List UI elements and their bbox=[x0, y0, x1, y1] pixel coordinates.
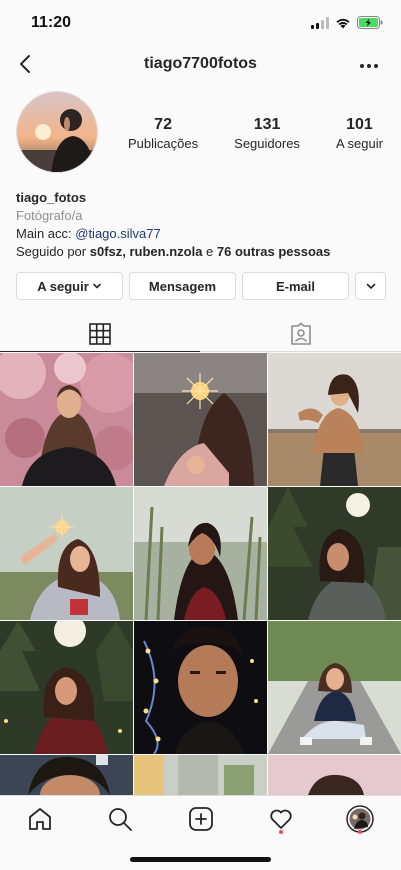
post-thumbnail bbox=[0, 487, 133, 620]
following-button-label: A seguir bbox=[37, 278, 89, 294]
tab-search[interactable] bbox=[105, 804, 135, 834]
grid-post[interactable] bbox=[134, 353, 267, 486]
grid-post[interactable] bbox=[0, 353, 133, 486]
post-thumbnail bbox=[134, 755, 267, 795]
profile-tabs bbox=[0, 316, 401, 352]
grid-post[interactable] bbox=[268, 621, 401, 754]
profile-avatar[interactable] bbox=[16, 91, 98, 173]
profile-bio: tiago_fotos Fotógrafo/a Main acc: @tiago… bbox=[16, 189, 386, 261]
bio-display-name: tiago_fotos bbox=[16, 190, 87, 205]
status-icons bbox=[311, 16, 383, 29]
avatar-photo bbox=[17, 92, 97, 172]
grid-icon bbox=[89, 322, 111, 345]
activity-notification-dot bbox=[279, 830, 283, 834]
post-thumbnail bbox=[268, 755, 401, 795]
followed-by-prefix: Seguido por bbox=[16, 244, 90, 259]
wifi-icon bbox=[336, 18, 350, 28]
new-post-icon bbox=[189, 807, 213, 831]
stat-followers[interactable]: 131 Seguidores bbox=[234, 116, 300, 151]
tab-grid[interactable] bbox=[0, 316, 200, 352]
grid-post[interactable] bbox=[0, 621, 133, 754]
profile-stats: 72 Publicações 131 Seguidores 101 A segu… bbox=[110, 116, 401, 151]
stat-following-label: A seguir bbox=[335, 136, 383, 151]
activity-heart-icon bbox=[270, 809, 292, 829]
email-button[interactable]: E-mail bbox=[242, 272, 349, 300]
home-icon bbox=[29, 808, 51, 830]
battery-charging-icon bbox=[357, 16, 383, 29]
post-thumbnail bbox=[268, 353, 401, 486]
tab-tagged[interactable] bbox=[201, 316, 401, 352]
grid-post[interactable] bbox=[268, 487, 401, 620]
message-button[interactable]: Mensagem bbox=[129, 272, 236, 300]
cellular-signal-icon bbox=[311, 16, 329, 29]
stat-posts-label: Publicações bbox=[128, 136, 199, 151]
stat-followers-count: 131 bbox=[253, 116, 281, 133]
followed-by-count: 76 outras pessoas bbox=[216, 244, 331, 259]
post-thumbnail bbox=[0, 755, 133, 795]
grid-post[interactable] bbox=[0, 755, 133, 795]
grid-post[interactable] bbox=[134, 755, 267, 795]
stat-following[interactable]: 101 A seguir bbox=[336, 116, 383, 151]
followed-by-names: s0fsz, ruben.nzola bbox=[89, 244, 203, 259]
post-thumbnail bbox=[268, 621, 401, 754]
post-thumbnail bbox=[134, 487, 267, 620]
bio-main-account-prefix: Main acc: bbox=[16, 226, 76, 241]
post-thumbnail bbox=[134, 353, 267, 486]
profile-username-title: tiago7700fotos bbox=[144, 55, 257, 72]
more-options-button[interactable] bbox=[357, 54, 381, 78]
suggested-accounts-button[interactable] bbox=[355, 272, 386, 300]
grid-post[interactable] bbox=[134, 621, 267, 754]
status-time: 11:20 bbox=[31, 14, 72, 31]
more-dots-icon bbox=[360, 64, 378, 68]
post-thumbnail bbox=[134, 621, 267, 754]
profile-notification-dot bbox=[358, 830, 362, 834]
top-nav: tiago7700fotos bbox=[0, 44, 401, 84]
tab-new-post[interactable] bbox=[186, 804, 216, 834]
email-button-label: E-mail bbox=[275, 278, 315, 294]
post-thumbnail bbox=[0, 353, 133, 486]
stat-posts-count: 72 bbox=[154, 116, 172, 133]
post-thumbnail bbox=[268, 487, 401, 620]
tagged-icon bbox=[291, 322, 311, 345]
grid-post[interactable] bbox=[268, 353, 401, 486]
bottom-tab-bar bbox=[0, 795, 401, 870]
bio-category: Fotógrafo/a bbox=[16, 208, 83, 223]
message-button-label: Mensagem bbox=[148, 278, 217, 294]
home-indicator bbox=[130, 857, 271, 862]
profile-icon bbox=[346, 805, 374, 833]
stat-posts[interactable]: 72 Publicações bbox=[128, 116, 198, 151]
bio-main-account-link[interactable]: @tiago.silva77 bbox=[75, 226, 160, 241]
following-button[interactable]: A seguir bbox=[16, 272, 123, 300]
profile-actions: A seguir Mensagem E-mail bbox=[16, 272, 386, 300]
bio-followed-by[interactable]: Seguido por s0fsz, ruben.nzola e 76 outr… bbox=[16, 243, 386, 261]
photo-grid bbox=[0, 353, 401, 795]
grid-post[interactable] bbox=[268, 755, 401, 795]
chevron-down-icon bbox=[92, 283, 101, 289]
grid-post[interactable] bbox=[134, 487, 267, 620]
search-icon bbox=[109, 808, 132, 831]
stat-followers-label: Seguidores bbox=[234, 136, 300, 151]
post-thumbnail bbox=[0, 621, 133, 754]
grid-post[interactable] bbox=[0, 487, 133, 620]
bio-main-account-line: Main acc: @tiago.silva77 bbox=[16, 225, 386, 243]
stat-following-count: 101 bbox=[346, 116, 373, 133]
status-bar: 11:20 bbox=[0, 0, 401, 44]
tab-home[interactable] bbox=[25, 804, 55, 834]
chevron-down-icon bbox=[366, 283, 375, 289]
followed-by-mid: e bbox=[202, 244, 217, 259]
